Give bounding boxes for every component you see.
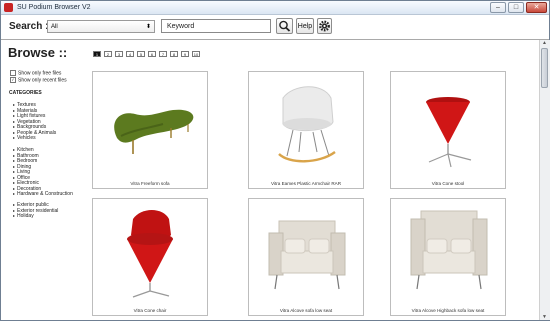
product-caption: Vitra Alcove sofa low seat (279, 308, 333, 313)
gear-icon (319, 20, 330, 32)
free-files-label: Show only free files (18, 70, 62, 77)
free-files-checkbox[interactable]: Show only free files (10, 70, 61, 76)
product-caption: Vitra Cone stool (431, 181, 465, 186)
title-bar: SU Podium Browser V2 – □ ✕ (1, 1, 549, 15)
search-icon (279, 20, 291, 32)
scrollbar-thumb[interactable] (541, 48, 548, 88)
page-button[interactable]: 5 (137, 51, 145, 57)
maximize-icon[interactable]: □ (508, 2, 524, 13)
search-toolbar: Search :: All ⬍ Keyword Help (1, 15, 549, 40)
product-caption: Vitra Freeform sofa (130, 181, 170, 186)
window-title: SU Podium Browser V2 (17, 4, 91, 11)
page-button[interactable]: 4 (126, 51, 134, 57)
page-button[interactable]: 1 (93, 51, 101, 57)
product-card[interactable]: Vitra Alcove sofa low seat (248, 198, 364, 316)
keyword-input[interactable]: Keyword (161, 19, 271, 33)
checkbox-icon (10, 70, 16, 76)
category-select-value: All (51, 24, 58, 30)
browse-heading: Browse :: (8, 45, 68, 60)
product-card[interactable]: Vitra Cone stool (390, 71, 506, 189)
page-button[interactable]: 7 (159, 51, 167, 57)
alcove-highback-sofa-image (410, 210, 488, 290)
checkbox-checked-icon: ✓ (10, 77, 16, 83)
results-panel: 1 2 3 4 5 6 7 8 9 10 Vitra Freeform sofa (87, 40, 539, 320)
category-select[interactable]: All ⬍ (47, 20, 155, 33)
page-button[interactable]: 2 (104, 51, 112, 57)
freeform-sofa-image (114, 109, 194, 154)
scroll-up-icon[interactable]: ▲ (542, 40, 547, 46)
product-caption: Vitra Alcove Highback sofa low seat (411, 308, 485, 313)
page-button[interactable]: 10 (192, 51, 200, 57)
product-card[interactable]: Vitra Alcove Highback sofa low seat (390, 198, 506, 316)
search-button[interactable] (276, 18, 293, 34)
page-button[interactable]: 6 (148, 51, 156, 57)
product-card[interactable]: Vitra Cone chair (92, 198, 208, 316)
page-button[interactable]: 9 (181, 51, 189, 57)
vertical-scrollbar[interactable]: ▲ ▼ (539, 40, 550, 320)
category-item[interactable]: Holiday (13, 213, 34, 219)
categories-heading: CATEGORIES (9, 90, 42, 96)
cone-stool-image (426, 97, 472, 168)
chevron-down-icon: ⬍ (145, 24, 151, 30)
product-card[interactable]: Vitra Eames Plastic Armchair RAR (248, 71, 364, 189)
product-caption: Vitra Eames Plastic Armchair RAR (270, 181, 342, 186)
app-window: SU Podium Browser V2 – □ ✕ Search :: All… (0, 0, 550, 321)
cone-chair-image (127, 210, 173, 298)
product-caption: Vitra Cone chair (133, 308, 167, 313)
recent-files-label: Show only recent files (18, 77, 67, 84)
help-button[interactable]: Help (296, 18, 314, 34)
page-button[interactable]: 8 (170, 51, 178, 57)
alcove-sofa-image (268, 220, 346, 290)
scroll-down-icon[interactable]: ▼ (542, 314, 547, 320)
category-item[interactable]: Vehicles (13, 135, 36, 141)
sidebar: Browse :: Show only free files ✓ Show onl… (1, 40, 87, 320)
product-card[interactable]: Vitra Freeform sofa (92, 71, 208, 189)
search-label: Search :: (9, 21, 52, 32)
recent-files-checkbox[interactable]: ✓ Show only recent files (10, 77, 67, 83)
settings-button[interactable] (317, 18, 332, 34)
close-icon[interactable]: ✕ (526, 2, 547, 13)
eames-rocker-image (278, 86, 336, 163)
page-button[interactable]: 3 (115, 51, 123, 57)
app-logo-icon (4, 3, 13, 12)
minimize-icon[interactable]: – (490, 2, 506, 13)
category-item[interactable]: Hardware & Construction (13, 191, 73, 197)
